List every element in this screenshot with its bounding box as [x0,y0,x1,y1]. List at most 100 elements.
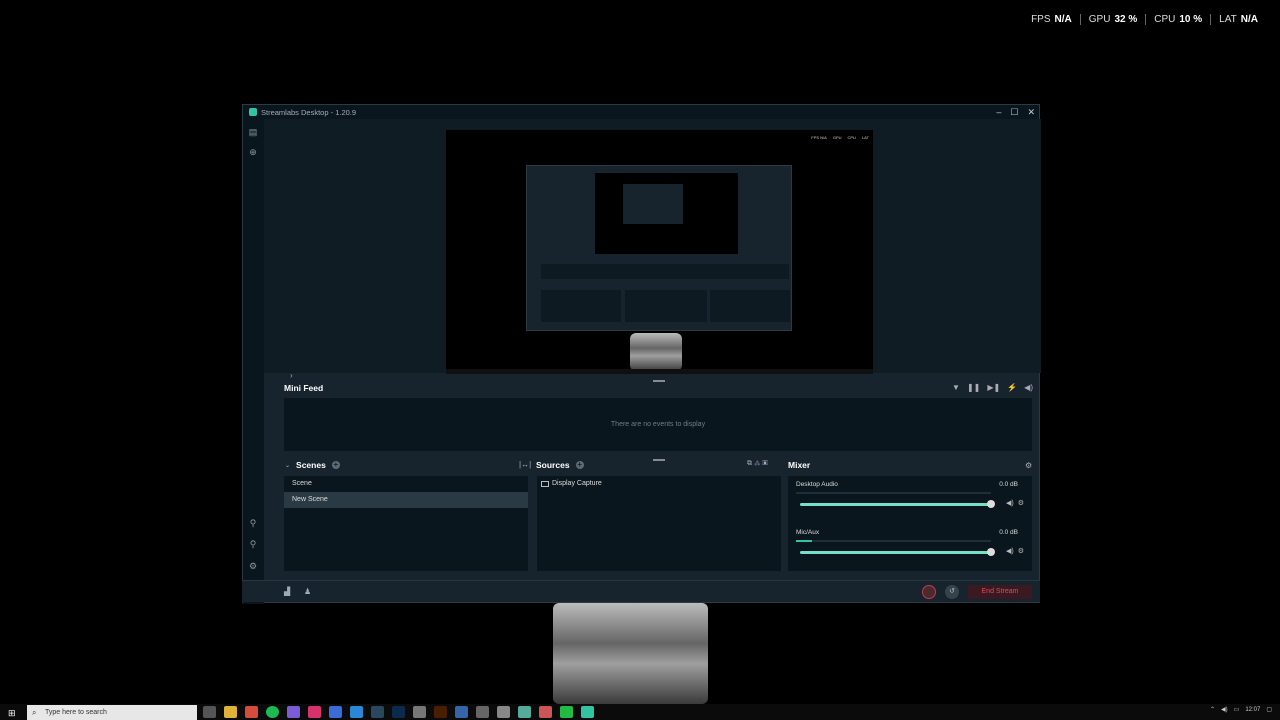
performance-icon[interactable]: ▟ [284,587,290,596]
scenes-title: Scenes [296,460,326,470]
scene-item[interactable]: Scene [284,476,528,492]
volume-tray-icon[interactable]: ◀) [1221,706,1228,713]
app-icon[interactable] [497,706,510,718]
mini-feed-title: Mini Feed [284,383,324,393]
latency-stat: LAT N/A [1210,14,1266,25]
minimize-button[interactable]: – [996,107,1001,117]
sources-title: Sources [536,460,570,470]
mute-alerts-icon[interactable]: ⚡ [1007,383,1017,392]
scenes-header: ⌄ Scenes + [285,460,340,470]
left-sidebar: ▤ ⊕ ⚲ ⚲ ⚙ ● [243,119,264,604]
wallpaper-figure [553,603,708,704]
steam-icon[interactable] [371,706,384,718]
window-title: Streamlabs Desktop - 1.20.9 [261,107,357,117]
file-explorer-icon[interactable] [224,706,237,718]
source-item[interactable]: Display Capture [537,476,781,492]
clock[interactable]: 12:07 [1245,707,1260,713]
meter-fill [796,540,812,542]
close-button[interactable]: ✕ [1027,107,1035,118]
windows-taskbar: ⊞ ⌕ Type here to search ⌃ ◀) ▭ 12:07 ▢ [0,704,1280,720]
scene-item-selected[interactable]: New Scene [284,492,528,508]
app-icon[interactable] [413,706,426,718]
title-bar[interactable]: Streamlabs Desktop - 1.20.9 – ☐ ✕ [243,105,1039,119]
gpu-stat: GPU 32 % [1079,14,1145,25]
maximize-button[interactable]: ☐ [1010,107,1018,118]
layout-icon[interactable]: ⚲ [248,539,258,549]
app-icon[interactable] [518,706,531,718]
add-icon[interactable]: ⊕ [248,147,258,157]
filter-icon[interactable]: ▼ [952,383,960,392]
add-source-icon[interactable]: + [575,461,584,469]
mixer-channel: Mic/Aux 0.0 dB ◀) ⚙ [796,529,1026,556]
source-tools-icons[interactable]: ⧉ ⁂ ▣ [747,460,768,468]
nested-preview [595,173,738,254]
illustrator-icon[interactable] [434,706,447,718]
spotify-icon[interactable] [266,706,279,718]
app-icon[interactable] [476,706,489,718]
app-icon[interactable] [308,706,321,718]
notification-center-icon[interactable]: ▢ [1266,706,1272,713]
editor-icon[interactable]: ▤ [248,127,258,137]
volume-meter [796,492,991,494]
volume-slider-knob[interactable] [987,500,995,508]
app-icon[interactable] [329,706,342,718]
volume-icon[interactable]: ◀) [1024,383,1033,392]
app-icon[interactable] [539,706,552,718]
preview-overlay-stats: FPS N/A GPU CPU LAT [811,135,869,140]
streamlabs-taskbar-icon[interactable] [581,706,594,718]
add-scene-icon[interactable]: + [331,461,340,469]
preview-area: FPS N/A GPU CPU LAT › [264,119,1041,380]
preview-figure [630,333,682,371]
app-icon[interactable] [287,706,300,718]
network-icon[interactable]: ▭ [1234,706,1240,713]
nested-window-capture [526,165,792,331]
volume-slider[interactable] [800,551,990,554]
notification-icon[interactable]: ♟ [304,587,311,596]
volume-slider[interactable] [800,503,990,506]
app-icon[interactable] [455,706,468,718]
taskbar-search[interactable]: ⌕ Type here to search [27,705,197,720]
studio-mode-icon[interactable]: ⚲ [248,518,258,528]
pause-icon[interactable]: ❚❚ [967,383,980,392]
fps-stat: FPS N/A [1031,14,1072,25]
transition-icon[interactable]: |↔| [519,460,531,469]
vscode-icon[interactable] [350,706,363,718]
speaker-icon[interactable]: ◀) [1006,547,1014,555]
mixer-header: Mixer [788,460,810,470]
replay-buffer-button[interactable]: ↺ [945,585,959,599]
volume-slider-knob[interactable] [987,548,995,556]
mixer-settings-icon[interactable]: ⚙ [1025,461,1032,470]
channel-db: 0.0 dB [999,481,1018,488]
channel-gear-icon[interactable]: ⚙ [1018,547,1024,555]
channel-db: 0.0 dB [999,529,1018,536]
nested-mixer [710,290,790,322]
volume-meter [796,540,991,542]
mini-feed: Mini Feed ▼ ❚❚ ▶❚ ⚡ ◀) There are no even… [283,378,1036,454]
source-item-label: Display Capture [552,480,602,487]
nested-minifeed [541,264,789,279]
chrome-icon[interactable] [245,706,258,718]
footer-bar: ▟ ♟ ↺ End Stream [242,580,1040,602]
chevron-up-icon[interactable]: ⌃ [1210,706,1215,713]
performance-overlay: FPS N/A GPU 32 % CPU 10 % LAT N/A [1023,14,1266,25]
channel-gear-icon[interactable]: ⚙ [1018,499,1024,507]
system-tray: ⌃ ◀) ▭ 12:07 ▢ [1210,706,1272,714]
search-placeholder: Type here to search [45,709,107,716]
search-icon: ⌕ [32,708,37,717]
photoshop-icon[interactable] [392,706,405,718]
mixer-channel: Desktop Audio 0.0 dB ◀) ⚙ [796,481,1026,508]
windows-start-icon[interactable]: ⊞ [8,708,16,719]
streamlabs-logo-icon [249,108,257,116]
stream-preview[interactable]: FPS N/A GPU CPU LAT [446,130,873,374]
channel-name: Mic/Aux [796,529,820,536]
end-stream-button[interactable]: End Stream [968,585,1032,599]
task-view-icon[interactable] [203,706,216,718]
record-button[interactable] [922,585,936,599]
resize-handle[interactable] [653,459,665,461]
app-icon[interactable] [560,706,573,718]
mini-feed-empty: There are no events to display [284,398,1032,451]
skip-icon[interactable]: ▶❚ [987,383,1000,392]
mixer-panel: Desktop Audio 0.0 dB ◀) ⚙ Mic/Aux 0.0 dB … [788,476,1032,571]
speaker-icon[interactable]: ◀) [1006,499,1014,507]
settings-icon[interactable]: ⚙ [248,561,258,571]
